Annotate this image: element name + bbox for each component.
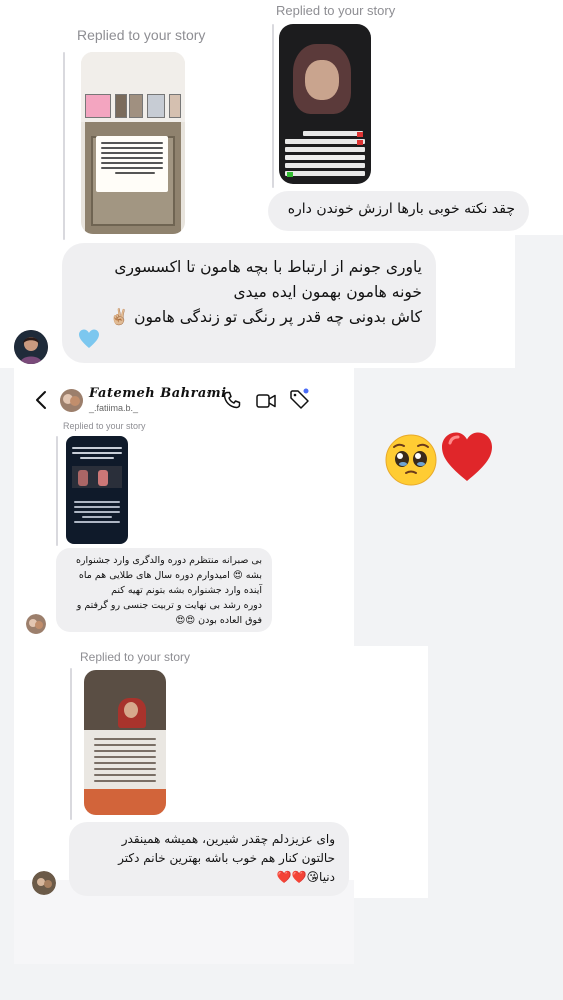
story-thumbnail[interactable] — [81, 52, 185, 234]
story-footer-image — [84, 789, 166, 815]
red-heart-icon — [440, 431, 494, 483]
story-thumbnail[interactable] — [66, 436, 128, 544]
message-text: خونه هامون بهمون ایده میدی — [233, 283, 422, 301]
message-text: دوره رشد بی نهایت و تربیت جنسی رو گرفتم … — [76, 600, 262, 611]
story-person-face — [305, 60, 339, 100]
check-mark-icon — [287, 172, 293, 177]
story-thumbnail[interactable] — [279, 24, 371, 184]
message-bubble[interactable]: وای عزیزدلم چقدر شیرین، همیشه همینقدر حا… — [69, 822, 349, 896]
replied-to-story-label: Replied to your story — [63, 421, 146, 431]
reply-quote-bar — [63, 52, 65, 240]
phone-icon[interactable] — [223, 391, 241, 409]
replied-to-story-label: Replied to your story — [77, 27, 206, 43]
avatar[interactable] — [26, 614, 46, 634]
story-text-card — [96, 136, 168, 192]
chevron-right-icon[interactable]: › — [206, 387, 211, 401]
message-text: وای عزیزدلم چقدر شیرین، همیشه همینقدر — [121, 832, 335, 846]
story-text-lines — [66, 436, 128, 459]
message-bubble[interactable]: یاوری جونم از ارتباط با بچه هامون تا اکس… — [62, 243, 436, 363]
replied-to-story-label: Replied to your story — [80, 650, 191, 664]
cross-mark-icon — [357, 132, 363, 137]
contact-username: _.fatiima.b._ — [89, 403, 139, 413]
story-person-face — [124, 702, 138, 718]
message-text: دنیا😘❤️❤️ — [276, 870, 335, 884]
message-text: کاش بدونی چه قدر پر رنگی تو زندگی هامون … — [109, 308, 422, 326]
picture-frames-image — [83, 94, 183, 120]
message-text: آینده وارد جشنواره بشه بتونم تهیه کنم — [111, 585, 262, 596]
replied-to-story-label: Replied to your story — [276, 3, 396, 18]
reply-quote-bar — [70, 668, 72, 820]
victory-hand-emoji: ✌🏼 — [109, 308, 130, 326]
story-text-lines — [90, 734, 160, 786]
story-text-lines — [66, 498, 128, 526]
message-bubble[interactable]: چقد نکته خوبی بارها ارزش خوندن داره — [268, 191, 529, 231]
tag-icon[interactable] — [289, 388, 311, 410]
reply-quote-bar — [56, 436, 58, 546]
cross-mark-icon — [357, 140, 363, 145]
reply-quote-bar — [272, 24, 274, 188]
message-text: حالتون کنار هم خوب باشه بهترین خانم دکتر — [118, 851, 335, 865]
message-text: بشه 😍 امیدوارم دوره سال های طلایی هم ماه — [78, 570, 262, 581]
avatar[interactable] — [60, 389, 83, 412]
pleading-face-emoji — [384, 433, 438, 487]
story-thumbnail[interactable] — [84, 670, 166, 815]
message-text: چقد نکته خوبی بارها ارزش خوندن داره — [287, 201, 515, 217]
message-text: یاوری جونم از ارتباط با بچه هامون تا اکس… — [114, 258, 422, 276]
avatar[interactable] — [14, 330, 48, 364]
message-text: فوق العاده بودن 😍😍 — [175, 615, 262, 626]
message-text: بی صبرانه منتظرم دوره والدگری وارد جشنوا… — [75, 555, 262, 566]
video-call-icon[interactable] — [256, 393, 276, 409]
back-arrow-icon[interactable] — [34, 390, 48, 410]
story-video-image — [72, 466, 122, 488]
light-blue-heart-icon — [78, 328, 100, 350]
avatar[interactable] — [32, 871, 56, 895]
message-bubble[interactable]: بی صبرانه منتظرم دوره والدگری وارد جشنوا… — [56, 548, 272, 632]
story-text-lines — [285, 128, 365, 179]
